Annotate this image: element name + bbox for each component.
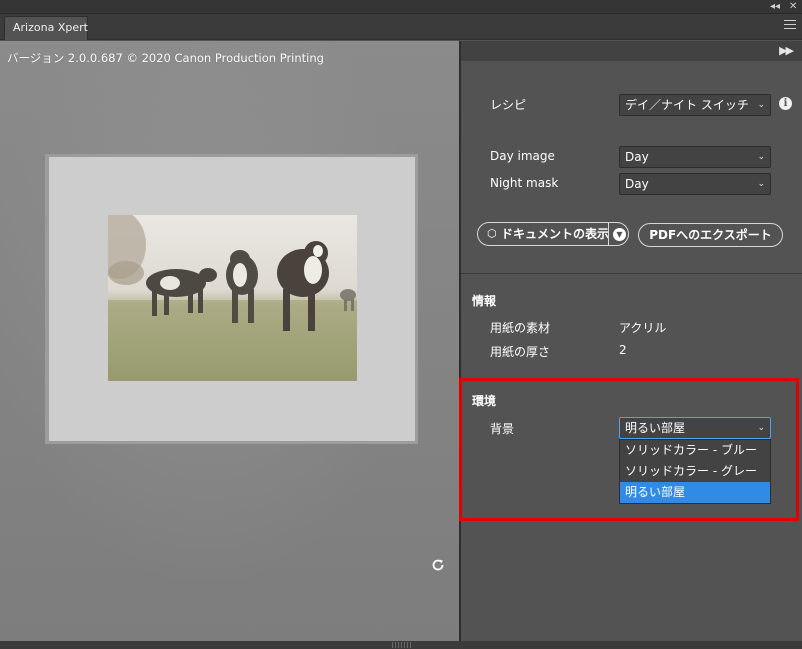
version-label: バージョン 2.0.0.687 © 2020 Canon Production … — [7, 51, 324, 65]
tab-bar: Arizona Xpert — [0, 14, 802, 40]
cows-photo — [108, 215, 357, 381]
chevron-down-icon: ⌄ — [757, 179, 765, 189]
day-image-select-value: Day — [625, 150, 649, 164]
recipe-select[interactable]: デイ／ナイト スイッチ ⌄ — [619, 94, 771, 116]
panel-header: ▶▶ — [461, 41, 802, 61]
recipe-label: レシピ — [490, 98, 527, 112]
night-mask-select-value: Day — [625, 177, 649, 191]
export-pdf-button[interactable]: PDFへのエクスポート — [638, 223, 783, 247]
resize-grip[interactable] — [392, 642, 412, 648]
material-value: アクリル — [619, 321, 667, 335]
tab-arizona-xpert[interactable]: Arizona Xpert — [4, 16, 88, 40]
recipe-select-value: デイ／ナイト スイッチ — [625, 98, 749, 112]
double-chevron-right-icon[interactable]: ▶▶ — [779, 44, 794, 57]
properties-panel: ▶▶ — [461, 41, 802, 641]
button-split — [608, 222, 609, 246]
thickness-label: 用紙の厚さ — [490, 345, 551, 359]
chevron-down-icon: ⌄ — [757, 152, 765, 162]
section-separator — [461, 273, 802, 274]
info-icon[interactable]: i — [779, 97, 792, 110]
show-document-label: ドキュメントの表示 — [501, 227, 610, 241]
info-section-title: 情報 — [472, 294, 497, 308]
day-image-select[interactable]: Day ⌄ — [619, 146, 771, 168]
double-chevron-left-icon[interactable]: ◂◂ — [770, 1, 780, 13]
cube-icon: ⬡ — [487, 227, 497, 240]
night-mask-label: Night mask — [490, 176, 559, 190]
rotate-icon[interactable] — [430, 557, 446, 573]
chevron-down-icon: ⌄ — [757, 100, 765, 110]
window-titlebar: ◂◂ ✕ — [0, 0, 802, 14]
night-mask-select[interactable]: Day ⌄ — [619, 173, 771, 195]
close-icon[interactable]: ✕ — [789, 1, 797, 13]
material-label: 用紙の素材 — [490, 321, 551, 335]
highlight-box — [459, 378, 799, 521]
hamburger-icon[interactable] — [784, 20, 796, 32]
show-document-button[interactable]: ⬡ ドキュメントの表示 ▼ — [477, 222, 629, 246]
day-image-label: Day image — [490, 149, 555, 163]
chevron-down-icon[interactable]: ▼ — [613, 228, 626, 241]
thickness-value: 2 — [619, 343, 627, 357]
